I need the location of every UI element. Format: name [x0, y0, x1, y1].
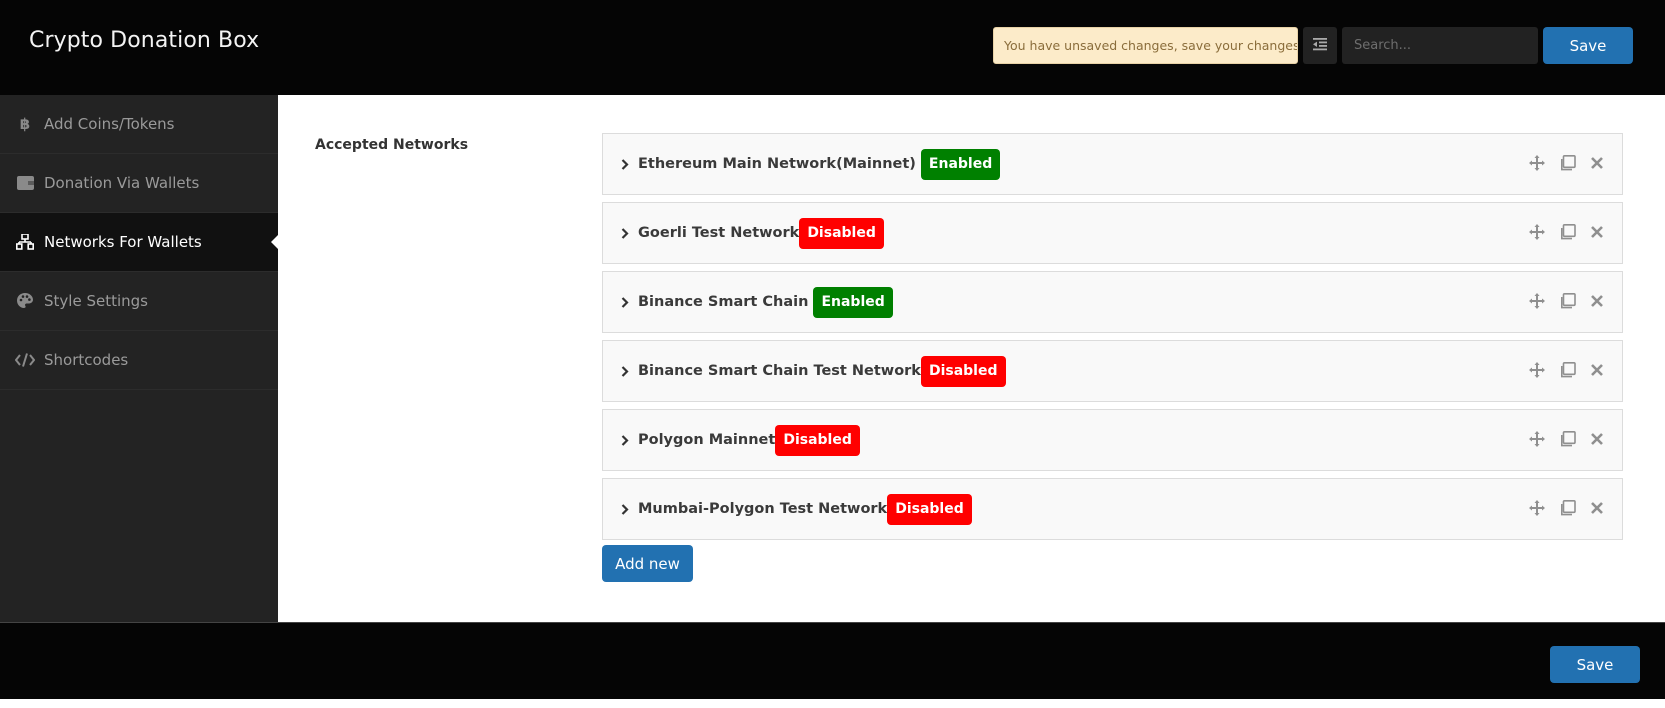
add-new-button[interactable]: Add new	[602, 545, 693, 582]
network-group[interactable]: Binance Smart Chain Test Network Disable…	[602, 340, 1623, 402]
group-actions	[1528, 291, 1606, 311]
sidebar-item-label: Add Coins/Tokens	[44, 115, 175, 133]
top-bar: Crypto Donation Box You have unsaved cha…	[0, 0, 1665, 95]
sidebar-item-style-settings[interactable]: Style Settings	[0, 272, 278, 331]
network-group[interactable]: Ethereum Main Network(Mainnet) Enabled	[602, 133, 1623, 195]
chevron-right-icon[interactable]	[621, 434, 631, 446]
settings-panel: Accepted Networks Ethereum Main Network(…	[278, 95, 1665, 623]
status-badge-enabled: Enabled	[920, 148, 1001, 180]
group-actions	[1528, 498, 1606, 518]
network-name: Ethereum Main Network(Mainnet)	[638, 156, 916, 172]
duplicate-icon[interactable]	[1558, 291, 1576, 311]
move-icon[interactable]	[1528, 222, 1546, 242]
sidebar-item-label: Donation Via Wallets	[44, 174, 200, 192]
network-name: Polygon Mainnet	[638, 432, 776, 448]
move-icon[interactable]	[1528, 360, 1546, 380]
close-icon[interactable]	[1588, 498, 1606, 518]
group-actions	[1528, 153, 1606, 173]
sidebar-item-shortcodes[interactable]: Shortcodes	[0, 331, 278, 390]
close-icon[interactable]	[1588, 429, 1606, 449]
bitcoin-icon: ฿	[15, 115, 35, 133]
status-badge-disabled: Disabled	[775, 424, 860, 456]
save-button-bottom[interactable]: Save	[1550, 646, 1640, 683]
sidebar-item-label: Networks For Wallets	[44, 233, 202, 251]
status-badge-disabled: Disabled	[799, 217, 884, 249]
outdent-icon	[1313, 36, 1327, 55]
close-icon[interactable]	[1588, 360, 1606, 380]
wallet-icon	[15, 174, 35, 192]
chevron-right-icon[interactable]	[621, 158, 631, 170]
chevron-right-icon[interactable]	[621, 365, 631, 377]
chevron-right-icon[interactable]	[621, 296, 631, 308]
duplicate-icon[interactable]	[1558, 153, 1576, 173]
sidebar-item-donation-wallets[interactable]: Donation Via Wallets	[0, 154, 278, 213]
networks-repeater: Ethereum Main Network(Mainnet) Enabled G…	[602, 133, 1623, 547]
status-badge-disabled: Disabled	[887, 493, 972, 525]
close-icon[interactable]	[1588, 153, 1606, 173]
chevron-right-icon[interactable]	[621, 503, 631, 515]
search-input[interactable]	[1342, 27, 1538, 64]
sitemap-icon	[15, 233, 35, 251]
move-icon[interactable]	[1528, 153, 1546, 173]
network-group[interactable]: Polygon Mainnet Disabled	[602, 409, 1623, 471]
palette-icon	[15, 292, 35, 310]
app-title: Crypto Donation Box	[29, 28, 260, 53]
sidebar: ฿ Add Coins/Tokens Donation Via Wallets …	[0, 95, 278, 623]
duplicate-icon[interactable]	[1558, 222, 1576, 242]
network-name: Binance Smart Chain	[638, 294, 809, 310]
duplicate-icon[interactable]	[1558, 429, 1576, 449]
code-icon	[15, 351, 35, 369]
move-icon[interactable]	[1528, 429, 1546, 449]
expand-all-button[interactable]	[1303, 27, 1337, 64]
svg-text:฿: ฿	[20, 116, 30, 132]
sidebar-item-add-coins[interactable]: ฿ Add Coins/Tokens	[0, 95, 278, 154]
sidebar-item-networks-wallets[interactable]: Networks For Wallets	[0, 213, 278, 272]
network-group[interactable]: Mumbai-Polygon Test Network Disabled	[602, 478, 1623, 540]
group-actions	[1528, 360, 1606, 380]
network-group[interactable]: Goerli Test Network Disabled	[602, 202, 1623, 264]
duplicate-icon[interactable]	[1558, 360, 1576, 380]
sidebar-item-label: Style Settings	[44, 292, 148, 310]
move-icon[interactable]	[1528, 498, 1546, 518]
network-name: Goerli Test Network	[638, 225, 800, 241]
bottom-bar: Save	[0, 622, 1665, 699]
group-actions	[1528, 429, 1606, 449]
close-icon[interactable]	[1588, 222, 1606, 242]
save-button-top[interactable]: Save	[1543, 27, 1633, 64]
group-actions	[1528, 222, 1606, 242]
sidebar-item-label: Shortcodes	[44, 351, 129, 369]
status-badge-disabled: Disabled	[920, 355, 1006, 387]
network-name: Binance Smart Chain Test Network	[638, 363, 921, 379]
network-name: Mumbai-Polygon Test Network	[638, 501, 888, 517]
move-icon[interactable]	[1528, 291, 1546, 311]
unsaved-changes-notice: You have unsaved changes, save your chan…	[993, 27, 1298, 64]
network-group[interactable]: Binance Smart Chain Enabled	[602, 271, 1623, 333]
duplicate-icon[interactable]	[1558, 498, 1576, 518]
chevron-right-icon[interactable]	[621, 227, 631, 239]
status-badge-enabled: Enabled	[813, 286, 893, 318]
field-label-accepted-networks: Accepted Networks	[315, 137, 469, 153]
close-icon[interactable]	[1588, 291, 1606, 311]
